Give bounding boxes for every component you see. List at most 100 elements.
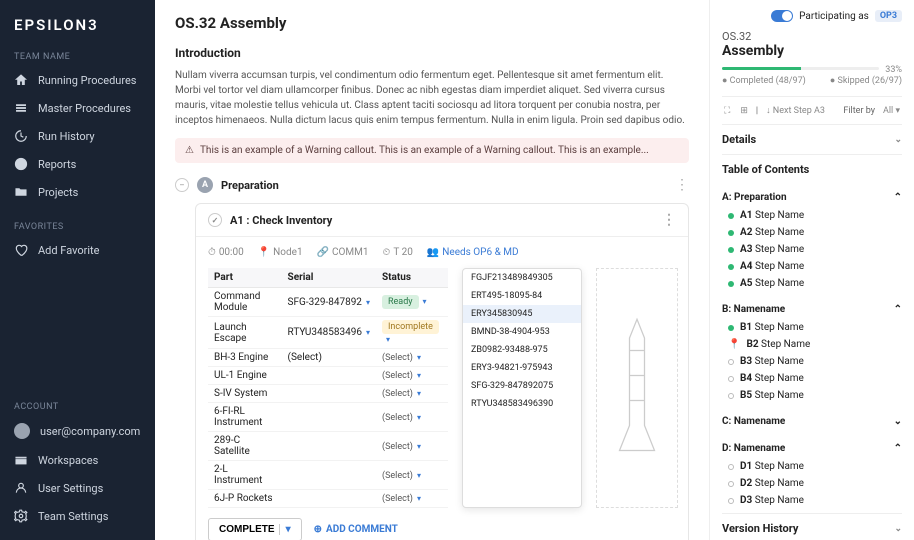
dropdown-option[interactable]: RTYU348583496390 (463, 395, 581, 413)
sidebar-item-label: Reports (38, 158, 76, 171)
sidebar-item-team-settings[interactable]: Team Settings (0, 502, 155, 530)
serial-dropdown[interactable]: FGJF213489849305ERT495-18095-84ERY345830… (462, 268, 582, 508)
cell-serial[interactable] (282, 385, 376, 403)
section-header: – A Preparation ⋮ (175, 177, 689, 193)
toc-step-label: D2 Step Name (740, 478, 804, 489)
toc-step[interactable]: D1 Step Name (722, 458, 902, 475)
chevron-down-icon[interactable]: ▾ (423, 297, 427, 306)
dropdown-option[interactable]: SFG-329-847892075 (463, 377, 581, 395)
cell-serial[interactable]: RTYU348583496▾ (282, 317, 376, 349)
chevron-down-icon[interactable]: ▾ (417, 353, 421, 362)
meta-node: 📍 Node1 (258, 247, 303, 258)
cell-serial[interactable] (282, 432, 376, 461)
chevron-down-icon[interactable]: ▾ (417, 494, 421, 503)
cell-part: 2-L Instrument (208, 461, 282, 490)
toc-group-title[interactable]: A: Preparation⌃ (722, 188, 902, 207)
sidebar-item-reports[interactable]: Reports (0, 150, 155, 178)
status-badge: Incomplete (382, 320, 439, 334)
dropdown-option[interactable]: ERT495-18095-84 (463, 287, 581, 305)
dropdown-option[interactable]: ERY3-94821-975943 (463, 359, 581, 377)
rocket-diagram (596, 268, 678, 508)
cell-serial[interactable] (282, 367, 376, 385)
collapse-icon[interactable]: ⊞ (738, 104, 750, 118)
dropdown-option[interactable]: BMND-38-4904-953 (463, 323, 581, 341)
chevron-down-icon[interactable]: ▾ (386, 335, 390, 344)
toc-group-title[interactable]: C: Namename⌄ (722, 412, 902, 431)
cell-serial[interactable]: (Select) (282, 349, 376, 367)
cell-serial[interactable]: SFG-329-847892▾ (282, 288, 376, 317)
chevron-down-icon[interactable]: ▾ (417, 471, 421, 480)
dropdown-option[interactable]: ERY345830945 (463, 305, 581, 323)
dot-icon (728, 359, 734, 365)
cell-serial[interactable] (282, 461, 376, 490)
status-select[interactable]: (Select) (382, 494, 413, 504)
status-select[interactable]: (Select) (382, 442, 413, 452)
history-icon (14, 129, 28, 143)
toc-step[interactable]: A5 Step Name (722, 275, 902, 292)
collapse-icon[interactable]: – (175, 178, 189, 192)
status-select[interactable]: (Select) (382, 413, 413, 423)
col-serial: Serial (282, 268, 376, 288)
cell-serial[interactable] (282, 403, 376, 432)
parts-table: Part Serial Status Command Module SFG-32… (208, 268, 448, 508)
toc-step[interactable]: 📍B2 Step Name (722, 336, 902, 353)
toc-step-label: B1 Step Name (740, 322, 804, 333)
sidebar-item-user[interactable]: user@company.com (0, 416, 155, 446)
toc-step[interactable]: B4 Step Name (722, 370, 902, 387)
expand-icon[interactable]: ⛶ (722, 104, 732, 118)
add-comment-button[interactable]: ⊕ ADD COMMENT (314, 524, 398, 535)
dot-icon (728, 247, 734, 253)
chevron-down-icon[interactable]: ▾ (366, 328, 370, 337)
chevron-down-icon[interactable]: ▾ (417, 442, 421, 451)
sidebar-item-label: Add Favorite (38, 244, 99, 257)
meta-needs: 👥 Needs OP6 & MD (427, 247, 519, 258)
sidebar-item-user-settings[interactable]: User Settings (0, 474, 155, 502)
complete-button[interactable]: COMPLETE▾ (208, 518, 302, 540)
chevron-down-icon[interactable]: ▾ (417, 389, 421, 398)
chevron-down-icon[interactable]: ▾ (366, 298, 370, 307)
sidebar-item-running[interactable]: Running Procedures (0, 66, 155, 94)
dropdown-option[interactable]: FGJF213489849305 (463, 269, 581, 287)
team-label: TEAM NAME (0, 46, 155, 66)
sidebar-item-addfav[interactable]: Add Favorite (0, 236, 155, 264)
chevron-down-icon[interactable]: ▾ (417, 413, 421, 422)
panel-version[interactable]: Version History⌄ (722, 513, 902, 540)
panel-details[interactable]: Details⌄ (722, 124, 902, 154)
toc-step[interactable]: B5 Step Name (722, 387, 902, 404)
more-icon[interactable]: ⋮ (675, 177, 689, 193)
toc-step[interactable]: A4 Step Name (722, 258, 902, 275)
participating-toggle[interactable] (771, 10, 793, 22)
panel-toc[interactable]: Table of Contents (722, 154, 902, 184)
operator-badge[interactable]: OP3 (875, 10, 902, 22)
toc-step[interactable]: D2 Step Name (722, 475, 902, 492)
status-select[interactable]: (Select) (382, 471, 413, 481)
dropdown-option[interactable]: ZB0982-93488-975 (463, 341, 581, 359)
chevron-down-icon[interactable]: ▾ (279, 524, 291, 535)
status-select[interactable]: (Select) (382, 353, 413, 363)
toc-step[interactable]: A3 Step Name (722, 241, 902, 258)
toc-group-title[interactable]: D: Namename⌃ (722, 439, 902, 458)
cell-serial[interactable] (282, 490, 376, 508)
toc-step[interactable]: B3 Step Name (722, 353, 902, 370)
sidebar-item-master[interactable]: Master Procedures (0, 94, 155, 122)
col-part: Part (208, 268, 282, 288)
next-step-button[interactable]: ↓ Next Step A3 (764, 103, 827, 118)
dot-icon (728, 264, 734, 270)
status-select[interactable]: (Select) (382, 371, 413, 381)
step-status-icon[interactable]: ✓ (208, 213, 222, 227)
dot-icon (728, 464, 734, 470)
warning-text: This is an example of a Warning callout.… (200, 145, 649, 156)
sidebar-item-history[interactable]: Run History (0, 122, 155, 150)
sidebar-item-workspaces[interactable]: Workspaces (0, 446, 155, 474)
sidebar-item-projects[interactable]: Projects (0, 178, 155, 206)
toc-step[interactable]: A2 Step Name (722, 224, 902, 241)
toc-step[interactable]: A1 Step Name (722, 207, 902, 224)
toc-group-title[interactable]: B: Namename⌃ (722, 300, 902, 319)
status-select[interactable]: (Select) (382, 389, 413, 399)
filter-select[interactable]: All ▾ (881, 104, 902, 118)
more-icon[interactable]: ⋮ (662, 212, 676, 228)
chevron-down-icon[interactable]: ▾ (417, 371, 421, 380)
toc-step[interactable]: B1 Step Name (722, 319, 902, 336)
toc-step[interactable]: D3 Step Name (722, 492, 902, 509)
toc-step-label: A2 Step Name (740, 227, 804, 238)
